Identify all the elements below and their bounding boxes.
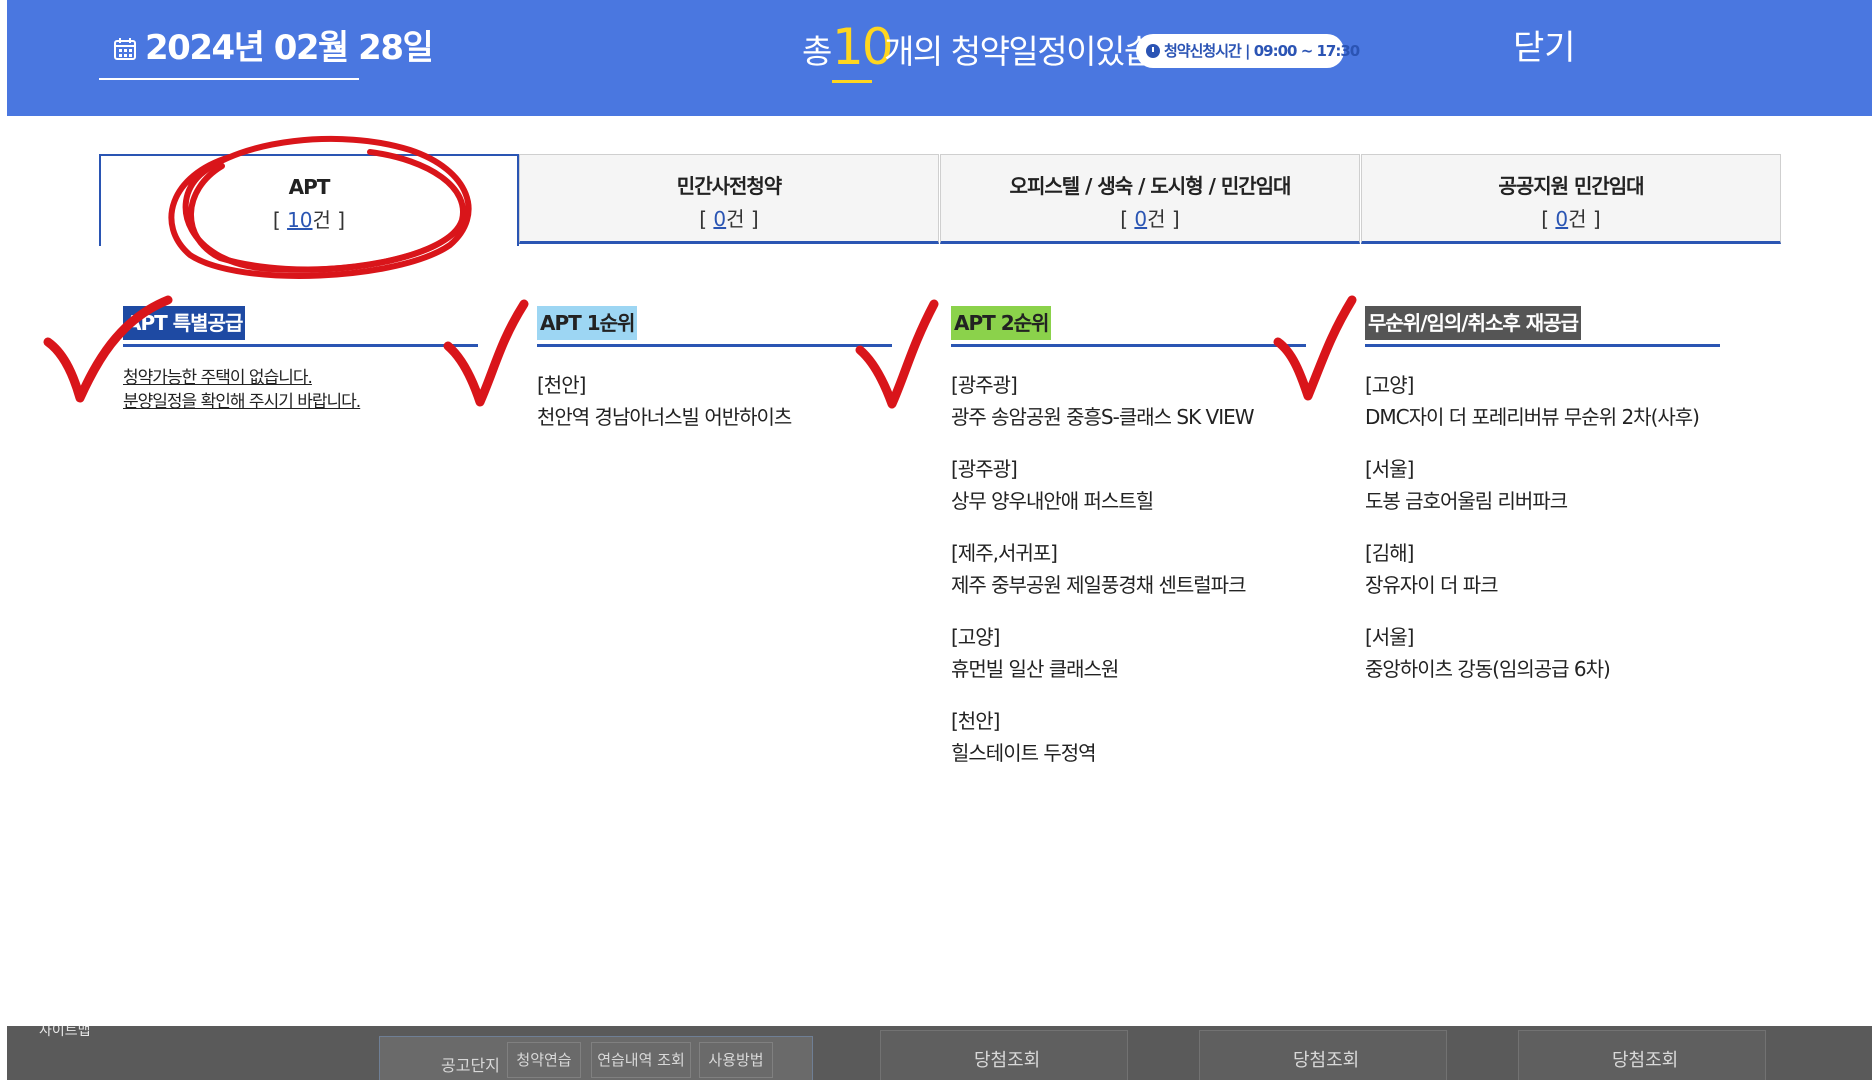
list-item[interactable]: [서울] 중앙하이츠 강동(임의공급 6차) bbox=[1365, 621, 1720, 685]
list-item[interactable]: [고양] DMC자이 더 포레리버뷰 무순위 2차(사후) bbox=[1365, 369, 1720, 433]
column-divider bbox=[1365, 344, 1720, 347]
tab-apt[interactable]: APT [ 10건 ] bbox=[99, 154, 519, 246]
column-divider bbox=[123, 344, 478, 347]
column-title: APT 1순위 bbox=[537, 306, 638, 340]
announcement-label: 공고단지 bbox=[441, 1056, 500, 1075]
tab-count-number[interactable]: 0 bbox=[1555, 207, 1568, 231]
list-item[interactable]: [제주,서귀포] 제주 중부공원 제일풍경채 센트럴파크 bbox=[951, 537, 1306, 601]
list-item[interactable]: [김해] 장유자이 더 파크 bbox=[1365, 537, 1720, 601]
chevron-down-icon: ▾ bbox=[334, 38, 343, 57]
winner-lookup-label: 당첨조회 bbox=[1293, 1050, 1360, 1071]
item-name: DMC자이 더 포레리버뷰 무순위 2차(사후) bbox=[1365, 405, 1700, 429]
item-name: 장유자이 더 파크 bbox=[1365, 573, 1499, 597]
tab-count-unit: 건 bbox=[726, 207, 745, 231]
summary-prefix: 총 bbox=[802, 32, 832, 71]
tab-count: [ 10건 ] bbox=[272, 208, 346, 232]
clock-icon bbox=[1146, 44, 1160, 58]
item-region: [광주광] bbox=[951, 457, 1018, 481]
application-time-text: 청약신청시간 | 09:00 ~ 17:30 bbox=[1164, 42, 1360, 60]
item-name: 힐스테이트 두정역 bbox=[951, 741, 1097, 765]
column-second-priority: APT 2순위 [광주광] 광주 송암공원 중흥S-클래스 SK VIEW [광… bbox=[951, 306, 1306, 789]
column-title: APT 2순위 bbox=[951, 306, 1052, 340]
count-underline bbox=[832, 80, 872, 83]
column-divider bbox=[951, 344, 1306, 347]
list-item[interactable]: [서울] 도봉 금호어울림 리버파크 bbox=[1365, 453, 1720, 517]
background-page-footer: 사이트맵 공고단지 청약연습 연습내역 조회 사용방법 당첨조회 당첨조회 당첨… bbox=[7, 1026, 1872, 1080]
item-region: [고양] bbox=[1365, 373, 1414, 397]
tab-count-number[interactable]: 10 bbox=[287, 208, 312, 232]
category-tabs: APT [ 10건 ] 민간사전청약 [ 0건 ] 오피스텔 / 생숙 / 도시… bbox=[99, 154, 1782, 246]
selected-date: 2024년 02월 28일 bbox=[145, 28, 434, 68]
item-region: [천안] bbox=[951, 709, 1000, 733]
tab-count-number[interactable]: 0 bbox=[1134, 207, 1147, 231]
empty-message[interactable]: 분양일정을 확인해 주시기 바랍니다. bbox=[123, 387, 478, 417]
tab-count: [ 0건 ] bbox=[699, 207, 759, 231]
list-item[interactable]: [천안] 힐스테이트 두정역 bbox=[951, 705, 1306, 769]
tab-label: 공공지원 민간임대 bbox=[1498, 174, 1644, 198]
list-item[interactable]: [고양] 휴먼빌 일산 클래스원 bbox=[951, 621, 1306, 685]
calendar-icon bbox=[114, 38, 136, 60]
winner-lookup-label: 당첨조회 bbox=[1612, 1050, 1679, 1071]
tab-count-unit: 건 bbox=[1568, 207, 1587, 231]
tab-count-unit: 건 bbox=[1147, 207, 1166, 231]
item-name: 휴먼빌 일산 클래스원 bbox=[951, 657, 1119, 681]
column-special-supply: APT 특별공급 청약가능한 주택이 없습니다. 분양일정을 확인해 주시기 바… bbox=[123, 306, 478, 417]
tab-label: 오피스텔 / 생숙 / 도시형 / 민간임대 bbox=[1009, 174, 1292, 198]
column-reissue: 무순위/임의/취소후 재공급 [고양] DMC자이 더 포레리버뷰 무순위 2차… bbox=[1365, 306, 1720, 705]
tab-count-number[interactable]: 0 bbox=[713, 207, 726, 231]
item-region: [김해] bbox=[1365, 541, 1414, 565]
item-name: 중앙하이츠 강동(임의공급 6차) bbox=[1365, 657, 1611, 681]
tab-private-pre-subscription[interactable]: 민간사전청약 [ 0건 ] bbox=[519, 154, 939, 244]
item-region: [제주,서귀포] bbox=[951, 541, 1058, 565]
how-to-button[interactable]: 사용방법 bbox=[699, 1042, 773, 1078]
item-region: [천안] bbox=[537, 373, 586, 397]
practice-button[interactable]: 청약연습 bbox=[507, 1042, 581, 1078]
item-name: 상무 양우내안애 퍼스트힐 bbox=[951, 489, 1154, 513]
column-first-priority: APT 1순위 [천안] 천안역 경남아너스빌 어반하이츠 bbox=[537, 306, 892, 453]
application-time-badge: 청약신청시간 | 09:00 ~ 17:30 bbox=[1136, 34, 1360, 68]
schedule-header: 2024년 02월 28일 ▾ 총 10 개의 청약일정이있습니다. 청약신청시… bbox=[7, 0, 1872, 116]
tab-label: APT bbox=[288, 175, 331, 199]
sitemap-link[interactable]: 사이트맵 bbox=[39, 1026, 91, 1040]
tab-public-support-rental[interactable]: 공공지원 민간임대 [ 0건 ] bbox=[1361, 154, 1781, 244]
column-title: APT 특별공급 bbox=[123, 306, 246, 340]
item-region: [서울] bbox=[1365, 625, 1414, 649]
list-item[interactable]: [광주광] 광주 송암공원 중흥S-클래스 SK VIEW bbox=[951, 369, 1306, 433]
practice-history-button[interactable]: 연습내역 조회 bbox=[591, 1042, 691, 1078]
column-divider bbox=[537, 344, 892, 347]
item-region: [고양] bbox=[951, 625, 1000, 649]
column-title: 무순위/임의/취소후 재공급 bbox=[1365, 306, 1581, 340]
date-selector[interactable]: 2024년 02월 28일 ▾ bbox=[99, 18, 434, 80]
item-region: [광주광] bbox=[951, 373, 1018, 397]
total-count: 10 bbox=[832, 18, 894, 76]
tab-label: 민간사전청약 bbox=[676, 174, 782, 198]
item-region: [서울] bbox=[1365, 457, 1414, 481]
item-name: 천안역 경남아너스빌 어반하이츠 bbox=[537, 405, 792, 429]
close-button[interactable]: 닫기 bbox=[1513, 26, 1576, 70]
item-name: 제주 중부공원 제일풍경채 센트럴파크 bbox=[951, 573, 1246, 597]
winner-lookup-label: 당첨조회 bbox=[974, 1050, 1041, 1071]
list-item[interactable]: [천안] 천안역 경남아너스빌 어반하이츠 bbox=[537, 369, 892, 433]
tab-officetel[interactable]: 오피스텔 / 생숙 / 도시형 / 민간임대 [ 0건 ] bbox=[940, 154, 1360, 244]
list-item[interactable]: [광주광] 상무 양우내안애 퍼스트힐 bbox=[951, 453, 1306, 517]
item-name: 도봉 금호어울림 리버파크 bbox=[1365, 489, 1568, 513]
tab-count: [ 0건 ] bbox=[1541, 207, 1601, 231]
tab-count: [ 0건 ] bbox=[1120, 207, 1180, 231]
item-name: 광주 송암공원 중흥S-클래스 SK VIEW bbox=[951, 405, 1255, 429]
tab-count-unit: 건 bbox=[312, 208, 331, 232]
